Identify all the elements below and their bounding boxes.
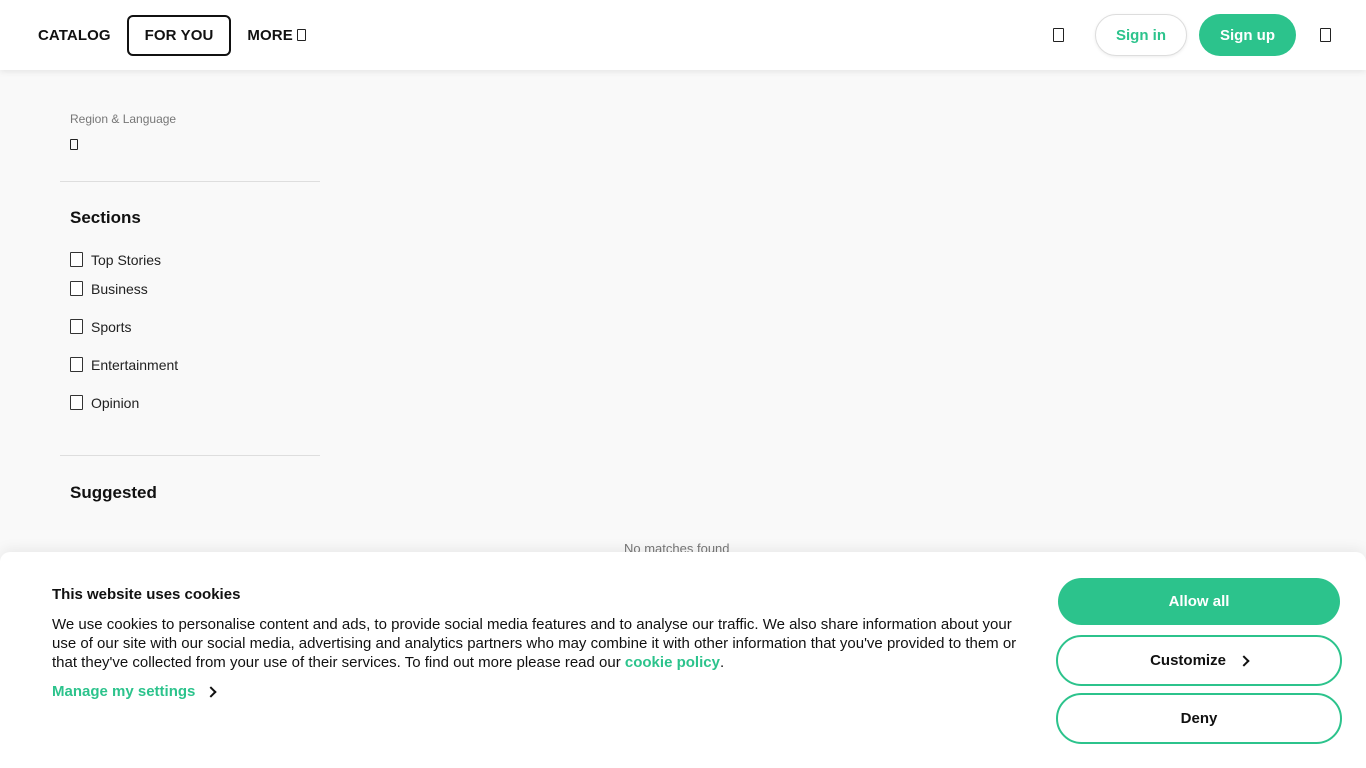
section-checkbox[interactable] [70, 252, 83, 267]
section-item-label: Entertainment [91, 356, 179, 373]
manage-settings-link[interactable]: Manage my settings [52, 683, 1037, 700]
suggested-block: Suggested [60, 456, 320, 503]
filter-sidebar: Region & Language Sections Top Stories B… [60, 70, 320, 503]
cookie-policy-link[interactable]: cookie policy [625, 654, 720, 671]
section-checkbox[interactable] [70, 281, 83, 296]
section-item-label: Opinion [91, 394, 140, 411]
nav-for-you[interactable]: FOR YOU [126, 14, 232, 56]
menu-icon [1319, 28, 1331, 42]
customize-label: Customize [1150, 652, 1226, 669]
cookie-body-text: We use cookies to personalise content an… [52, 616, 1017, 671]
nav-catalog-label: CATALOG [38, 26, 111, 44]
sections-list: Top Stories Business Sports Entertainmen… [70, 246, 310, 425]
nav-catalog[interactable]: CATALOG [30, 17, 119, 54]
nav-more-label: MORE [247, 26, 293, 44]
sign-in-button[interactable]: Sign in [1095, 14, 1187, 56]
region-language-block: Region & Language [60, 70, 320, 182]
allow-all-button[interactable]: Allow all [1058, 578, 1340, 625]
section-checkbox[interactable] [70, 357, 83, 372]
deny-button[interactable]: Deny [1056, 693, 1342, 744]
sign-up-label: Sign up [1220, 26, 1275, 44]
cookie-body-end: . [719, 654, 725, 671]
globe-icon [70, 139, 78, 150]
section-checkbox[interactable] [70, 395, 83, 410]
chevron-right-icon [205, 685, 218, 698]
search-icon [1052, 28, 1064, 42]
nav-for-you-label: FOR YOU [144, 26, 214, 44]
menu-button[interactable] [1308, 18, 1342, 52]
cookie-title: This website uses cookies [52, 586, 241, 603]
search-button[interactable] [1041, 18, 1075, 52]
deny-label: Deny [1180, 710, 1218, 727]
section-item-label: Top Stories [91, 251, 162, 268]
cookie-text-area: This website uses cookies We use cookies… [52, 586, 1037, 700]
section-item-opinion[interactable]: Opinion [70, 380, 310, 425]
customize-button[interactable]: Customize [1056, 635, 1342, 686]
cookie-actions: Allow all Customize Deny [1056, 578, 1342, 744]
suggested-title: Suggested [70, 483, 157, 502]
sections-title: Sections [70, 208, 141, 227]
sections-block: Sections Top Stories Business Sports Ent… [60, 182, 320, 456]
sign-in-label: Sign in [1116, 26, 1166, 44]
section-checkbox[interactable] [70, 319, 83, 334]
more-dropdown-icon [296, 29, 306, 41]
primary-nav: CATALOG FOR YOU MORE [30, 14, 314, 56]
region-language-label: Region & Language [70, 112, 177, 126]
sign-up-button[interactable]: Sign up [1199, 14, 1296, 56]
section-item-label: Sports [91, 318, 132, 335]
section-item-label: Business [91, 280, 148, 297]
allow-all-label: Allow all [1168, 593, 1230, 610]
chevron-right-icon [1238, 654, 1250, 667]
nav-more[interactable]: MORE [239, 17, 313, 54]
top-navigation-bar: CATALOG FOR YOU MORE Sign in Sign up [0, 0, 1366, 70]
cookie-consent-banner: This website uses cookies We use cookies… [0, 552, 1366, 768]
cookie-description: We use cookies to personalise content an… [52, 615, 1037, 672]
manage-settings-label: Manage my settings [52, 683, 196, 700]
account-actions: Sign in Sign up [1041, 14, 1342, 56]
region-selector[interactable] [70, 137, 310, 155]
